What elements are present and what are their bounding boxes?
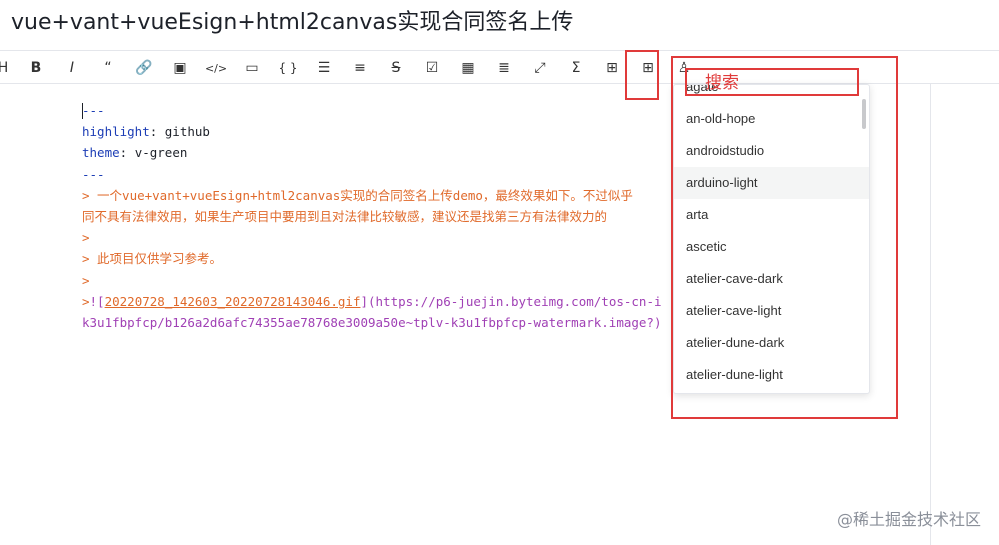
code-token: ](https://p6-juejin.byteimg.com/tos-cn-i — [360, 293, 662, 309]
watermark: @稀土掘金技术社区 — [836, 510, 981, 529]
code-token: : v-green — [119, 145, 188, 161]
checkbox-icon[interactable]: ☑ — [421, 57, 443, 79]
braces-icon[interactable]: { } — [277, 57, 299, 79]
editor-line[interactable]: highlight: github — [82, 121, 662, 142]
image-icon[interactable]: ▣ — [169, 57, 191, 79]
annotation-box-dropdown — [671, 56, 898, 419]
diagram-icon[interactable]: ⊞ — [601, 57, 623, 79]
editor-line[interactable]: > 此项目仅供学习参考。 — [82, 248, 662, 269]
bold-icon[interactable]: B — [25, 57, 47, 79]
align-icon[interactable]: ≣ — [493, 57, 515, 79]
editor-line[interactable]: theme: v-green — [82, 142, 662, 163]
preview-divider — [930, 84, 931, 545]
annotation-box-icon — [625, 50, 659, 100]
editor-line[interactable]: --- — [82, 164, 662, 185]
editor-line[interactable]: > — [82, 227, 662, 248]
editor-line[interactable]: 同不具有法律效用，如果生产项目中要用到且对法律比较敏感，建议还是找第三方有法律效… — [82, 206, 662, 227]
code-token: > — [82, 293, 90, 309]
editor-content[interactable]: --- highlight: github theme: v-green --- > 一… — [82, 100, 662, 333]
code-token: k3u1fbpfcp/b126a2d6afc74355ae78768e3009a… — [82, 314, 662, 330]
code-icon[interactable]: </> — [205, 57, 227, 79]
code-token: > — [82, 272, 90, 288]
editor-line[interactable]: k3u1fbpfcp/b126a2d6afc74355ae78768e3009a… — [82, 312, 662, 333]
quote-icon[interactable]: “ — [97, 57, 119, 79]
code-token: > 一个vue+vant+vueEsign+html2canvas实现的合同签名… — [82, 187, 633, 203]
strikethrough-icon[interactable]: S — [385, 57, 407, 79]
code-token: --- — [82, 103, 105, 118]
code-token: > — [82, 230, 90, 246]
editor-line[interactable]: > — [82, 270, 662, 291]
italic-icon[interactable]: I — [61, 57, 83, 79]
annotation-label: 搜索 — [705, 73, 739, 93]
link-icon[interactable]: 🔗 — [133, 57, 155, 79]
code-token: highlight — [82, 124, 150, 140]
code-token: theme — [82, 145, 120, 161]
article-title[interactable]: vue+vant+vueEsign+html2canvas实现合同签名上传 — [11, 4, 573, 36]
code-token: : github — [149, 124, 210, 140]
code-block-icon[interactable]: ▭ — [241, 57, 263, 79]
fullscreen-icon[interactable]: ⤢ — [529, 57, 551, 79]
ordered-list-icon[interactable]: ≡ — [349, 57, 371, 79]
code-token: --- — [82, 166, 105, 182]
editor-line[interactable]: > 一个vue+vant+vueEsign+html2canvas实现的合同签名… — [82, 185, 662, 206]
editor-line[interactable]: --- — [82, 100, 662, 121]
heading-icon[interactable]: H — [0, 57, 14, 79]
table-icon[interactable]: ▦ — [457, 57, 479, 79]
formula-icon[interactable]: Σ — [565, 57, 587, 79]
code-token: ![ — [89, 293, 105, 309]
code-token: > 此项目仅供学习参考。 — [82, 251, 223, 267]
code-token: 同不具有法律效用，如果生产项目中要用到且对法律比较敏感，建议还是找第三方有法律效… — [82, 208, 608, 224]
editor-line[interactable]: >![20220728_142603_20220728143046.gif](h… — [82, 291, 662, 312]
unordered-list-icon[interactable]: ☰ — [313, 57, 335, 79]
image-link-text: 20220728_142603_20220728143046.gif — [104, 293, 361, 309]
